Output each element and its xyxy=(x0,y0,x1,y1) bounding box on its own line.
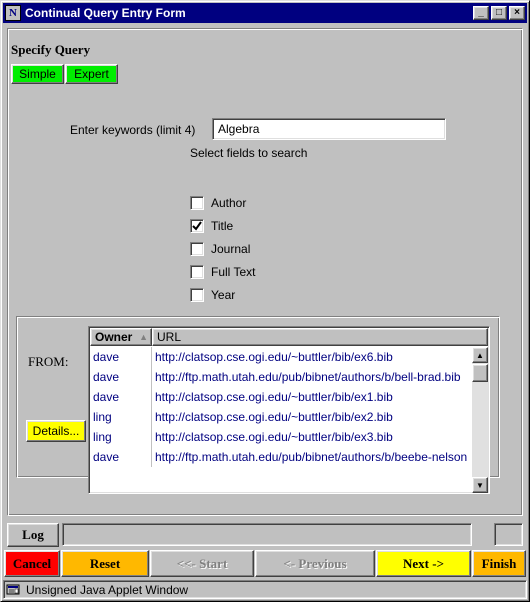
journal-label: Journal xyxy=(211,242,251,256)
minimize-icon: _ xyxy=(478,7,484,18)
field-title[interactable]: Title xyxy=(190,219,233,233)
url-cell: http://clatsop.cse.ogi.edu/~buttler/bib/… xyxy=(155,350,393,364)
finish-button[interactable]: Finish xyxy=(472,550,526,577)
maximize-icon: □ xyxy=(495,7,503,18)
title-checkbox[interactable] xyxy=(190,219,204,233)
scroll-up-button[interactable]: ▲ xyxy=(472,347,488,363)
url-header-label: URL xyxy=(157,330,182,344)
minimize-button[interactable]: _ xyxy=(473,6,489,20)
table-row[interactable]: ling http://clatsop.cse.ogi.edu/~buttler… xyxy=(90,427,474,447)
title-label: Title xyxy=(211,219,234,233)
owner-cell: dave xyxy=(90,447,152,467)
up-arrow-icon: ▲ xyxy=(476,350,484,360)
checkmark-icon xyxy=(192,221,202,231)
specify-query-heading: Specify Query xyxy=(11,42,91,57)
owner-column-header[interactable]: Owner ▲ xyxy=(90,328,152,346)
year-label: Year xyxy=(211,288,236,302)
url-cell: http://clatsop.cse.ogi.edu/~buttler/bib/… xyxy=(155,390,393,404)
table-header: Owner ▲ URL xyxy=(90,328,488,346)
log-tab[interactable]: Log xyxy=(7,523,59,547)
url-cell: http://clatsop.cse.ogi.edu/~buttler/bib/… xyxy=(155,430,393,444)
owner-cell: dave xyxy=(90,387,152,407)
url-cell: http://clatsop.cse.ogi.edu/~buttler/bib/… xyxy=(155,410,393,424)
log-field xyxy=(62,523,472,546)
netscape-icon: N xyxy=(5,5,21,21)
owner-cell: dave xyxy=(90,367,152,387)
close-icon: × xyxy=(514,7,520,18)
field-journal[interactable]: Journal xyxy=(190,242,250,256)
start-button[interactable]: <<- Start xyxy=(150,550,254,577)
keywords-label: Enter keywords (limit 4) xyxy=(70,123,196,137)
table-row[interactable]: dave http://clatsop.cse.ogi.edu/~buttler… xyxy=(90,347,474,367)
url-column-header[interactable]: URL xyxy=(152,328,488,346)
close-button[interactable]: × xyxy=(509,6,525,20)
field-year[interactable]: Year xyxy=(190,288,235,302)
window-title: Continual Query Entry Form xyxy=(25,6,186,20)
url-cell: http://ftp.math.utah.edu/pub/bibnet/auth… xyxy=(155,450,468,464)
table-row[interactable]: dave http://ftp.math.utah.edu/pub/bibnet… xyxy=(90,367,474,387)
fields-label: Select fields to search xyxy=(190,146,308,160)
url-cell: http://ftp.math.utah.edu/pub/bibnet/auth… xyxy=(155,370,461,384)
title-bar[interactable]: N Continual Query Entry Form _ □ × xyxy=(3,3,527,23)
sources-table[interactable]: Owner ▲ URL dave http://clatsop.cse.ogi.… xyxy=(88,326,490,494)
journal-checkbox[interactable] xyxy=(190,242,204,256)
keywords-input[interactable]: Algebra xyxy=(212,118,446,140)
down-arrow-icon: ▼ xyxy=(476,480,484,490)
author-checkbox[interactable] xyxy=(190,196,204,210)
status-bar: Unsigned Java Applet Window xyxy=(3,580,527,599)
table-row[interactable]: dave http://clatsop.cse.ogi.edu/~buttler… xyxy=(90,387,474,407)
full-text-checkbox[interactable] xyxy=(190,265,204,279)
table-row[interactable]: ling http://clatsop.cse.ogi.edu/~buttler… xyxy=(90,407,474,427)
sort-arrow-icon: ▲ xyxy=(139,332,148,342)
full-text-label: Full Text xyxy=(211,265,256,279)
log-indicator xyxy=(494,523,523,546)
table-row[interactable]: dave http://ftp.math.utah.edu/pub/bibnet… xyxy=(90,447,474,467)
field-author[interactable]: Author xyxy=(190,196,246,210)
owner-cell: dave xyxy=(90,347,152,367)
next-button[interactable]: Next -> xyxy=(376,550,471,577)
scroll-down-button[interactable]: ▼ xyxy=(472,477,488,493)
table-vertical-scrollbar[interactable]: ▲ ▼ xyxy=(472,347,488,493)
year-checkbox[interactable] xyxy=(190,288,204,302)
status-text: Unsigned Java Applet Window xyxy=(26,582,189,597)
owner-cell: ling xyxy=(90,407,152,427)
simple-button[interactable]: Simple xyxy=(11,64,64,84)
author-label: Author xyxy=(211,196,247,210)
expert-button[interactable]: Expert xyxy=(65,64,118,84)
java-applet-icon xyxy=(6,583,22,597)
maximize-button[interactable]: □ xyxy=(491,6,507,20)
scroll-thumb[interactable] xyxy=(472,364,488,382)
details-button[interactable]: Details... xyxy=(26,420,86,442)
previous-button[interactable]: <- Previous xyxy=(255,550,375,577)
owner-header-label: Owner xyxy=(95,330,133,344)
cancel-button[interactable]: Cancel xyxy=(4,550,60,577)
from-label: FROM: xyxy=(28,354,69,369)
reset-button[interactable]: Reset xyxy=(61,550,149,577)
field-full-text[interactable]: Full Text xyxy=(190,265,255,279)
table-body: dave http://clatsop.cse.ogi.edu/~buttler… xyxy=(90,347,474,467)
owner-cell: ling xyxy=(90,427,152,447)
